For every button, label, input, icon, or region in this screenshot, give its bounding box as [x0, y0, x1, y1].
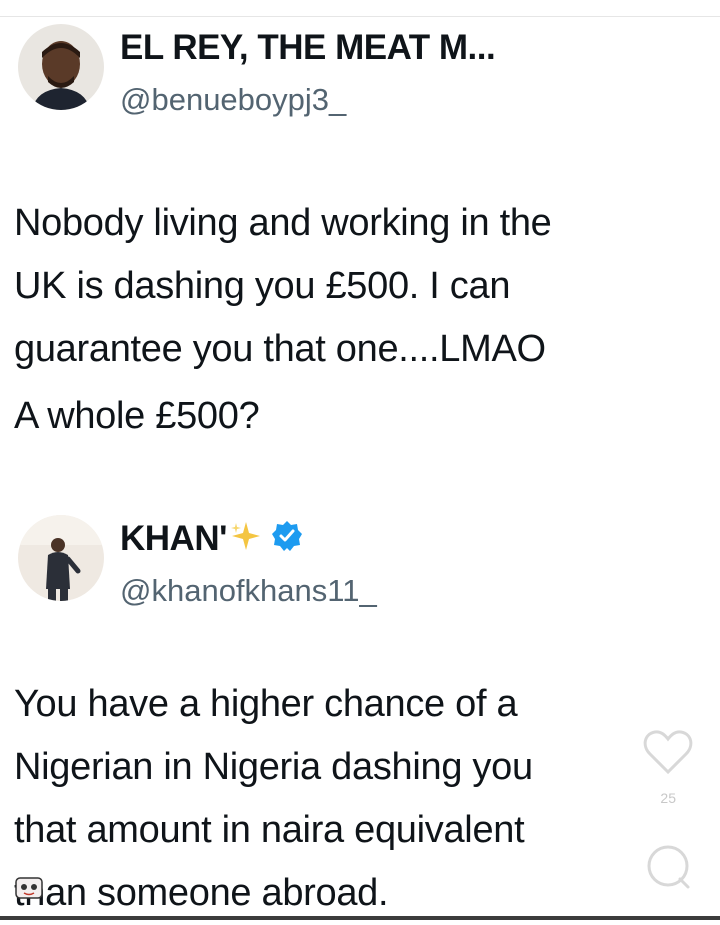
heart-icon[interactable] [642, 728, 694, 781]
tweet-text-line: Nigerian in Nigeria dashing you [14, 746, 533, 788]
verified-badge-icon [271, 520, 303, 561]
avatar[interactable] [18, 515, 104, 601]
bottom-divider [0, 916, 720, 920]
tweet-text-line: You have a higher chance of a [14, 683, 518, 725]
user-handle[interactable]: @benueboypj3_ [120, 82, 346, 118]
tweet-text-line: UK is dashing you £500. I can [14, 265, 511, 307]
user-handle[interactable]: @khanofkhans11_ [120, 573, 377, 609]
display-name-text[interactable]: KHAN' [120, 519, 227, 558]
display-name[interactable]: EL REY, THE MEAT M... [120, 28, 496, 68]
comment-icon[interactable] [644, 842, 694, 897]
like-count: 25 [660, 790, 676, 806]
avatar[interactable] [18, 24, 104, 110]
sparkle-icon [229, 519, 263, 562]
tweet-text: Nobody living and working in the UK is d… [14, 192, 700, 448]
display-name[interactable]: KHAN' [120, 519, 303, 562]
sticker-icon [14, 872, 44, 902]
tweet-text-line: Nobody living and working in the [14, 202, 552, 244]
tweet-text: You have a higher chance of a Nigerian i… [14, 673, 700, 925]
tweet-text-line: that amount in naira equivalent [14, 809, 525, 851]
tweet-text-line: guarantee you that one....LMAO [14, 328, 546, 370]
top-divider [0, 16, 720, 17]
tweet-text-line: A whole £500? [14, 395, 260, 437]
